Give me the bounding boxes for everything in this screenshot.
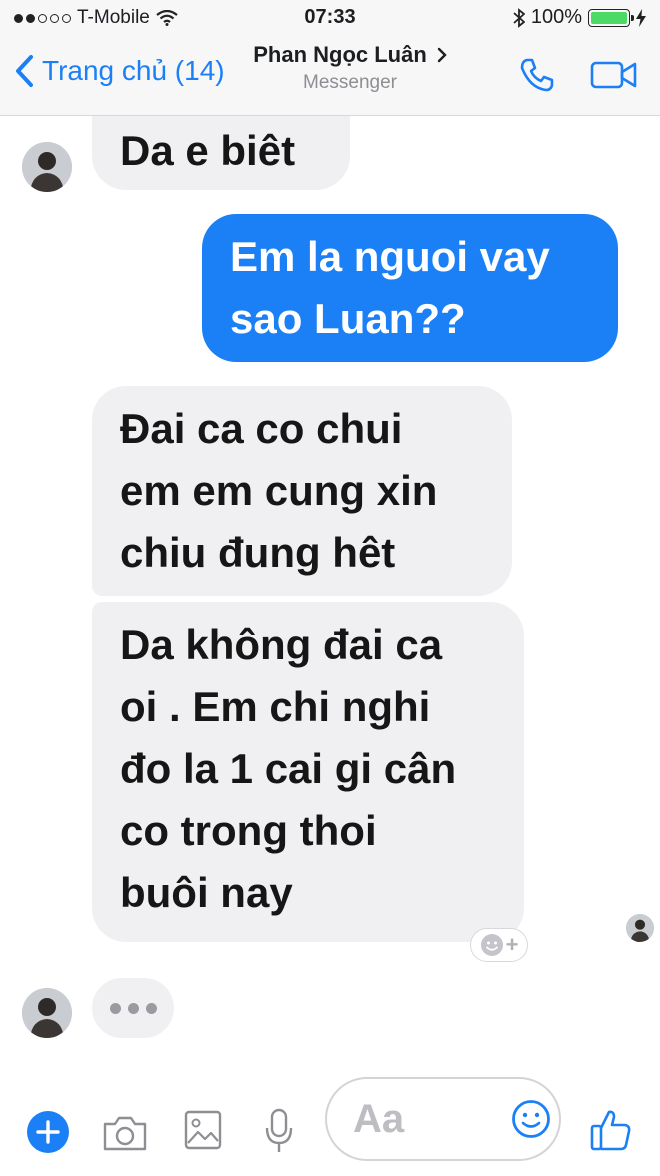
contact-name: Phan Ngọc Luân <box>253 42 427 67</box>
message-input-placeholder: Aa <box>353 1097 405 1141</box>
back-chevron-icon <box>16 55 33 87</box>
message-line: oi . Em chi nghi <box>120 683 431 730</box>
message-line: Đai ca co chui <box>120 405 403 452</box>
message-bubble[interactable]: Da không đai ca oi . Em chi nghi đo la 1… <box>92 602 524 942</box>
message-line: co trong thoi <box>120 807 377 854</box>
message-line: buôi nay <box>120 869 293 916</box>
camera-icon[interactable] <box>102 1114 148 1152</box>
image-icon[interactable] <box>184 1110 222 1150</box>
contact-avatar[interactable] <box>22 142 72 192</box>
message-bubble-sent[interactable]: Em la nguoi vay sao Luan?? <box>202 214 618 362</box>
typing-indicator <box>92 978 174 1038</box>
avatar-photo <box>626 914 654 942</box>
charging-bolt-icon <box>636 8 646 27</box>
avatar-photo <box>22 988 72 1038</box>
read-receipt-avatar <box>626 914 654 942</box>
avatar-photo <box>22 142 72 192</box>
message-line: sao Luan?? <box>230 295 466 342</box>
plus-icon[interactable] <box>26 1110 70 1154</box>
message-line: Da không đai ca <box>120 621 443 668</box>
message-line: Da e biêt <box>120 127 296 174</box>
conversation-header: Trang chủ (14) Phan Ngọc Luân Messenger <box>0 36 660 116</box>
chevron-right-icon <box>437 47 447 63</box>
contact-avatar[interactable] <box>22 988 72 1038</box>
message-bubble[interactable]: Da e biêt <box>92 116 350 190</box>
status-bar: T-Mobile 07:33 100% <box>0 0 660 36</box>
message-line: chiu đung hêt <box>120 529 396 576</box>
message-bubble[interactable]: Đai ca co chui em em cung xin chiu đung … <box>92 386 512 596</box>
smiley-icon <box>480 934 503 956</box>
status-right: 100% <box>513 6 646 29</box>
thumbs-up-icon[interactable] <box>590 1108 632 1152</box>
bluetooth-icon <box>513 7 525 28</box>
back-label: Trang chủ (14) <box>42 55 225 86</box>
composer-bar: Aa <box>0 1070 660 1176</box>
add-reaction-button[interactable]: + <box>470 928 528 962</box>
emoji-icon[interactable] <box>511 1099 551 1139</box>
contact-title[interactable]: Phan Ngọc Luân Messenger <box>220 42 480 94</box>
battery-percent: 100% <box>530 6 582 28</box>
header-actions <box>518 56 638 94</box>
back-button[interactable]: Trang chủ (14) <box>14 54 225 88</box>
message-line: đo la 1 cai gi cân <box>120 745 457 792</box>
message-input[interactable]: Aa <box>325 1077 561 1161</box>
message-line: Em la nguoi vay <box>230 233 550 280</box>
battery-icon <box>588 8 634 27</box>
phone-icon[interactable] <box>518 56 556 94</box>
video-call-icon[interactable] <box>590 60 638 90</box>
message-line: em em cung xin <box>120 467 438 514</box>
contact-subtitle: Messenger <box>303 72 397 93</box>
add-reaction-plus: + <box>505 932 519 957</box>
microphone-icon[interactable] <box>264 1108 294 1154</box>
